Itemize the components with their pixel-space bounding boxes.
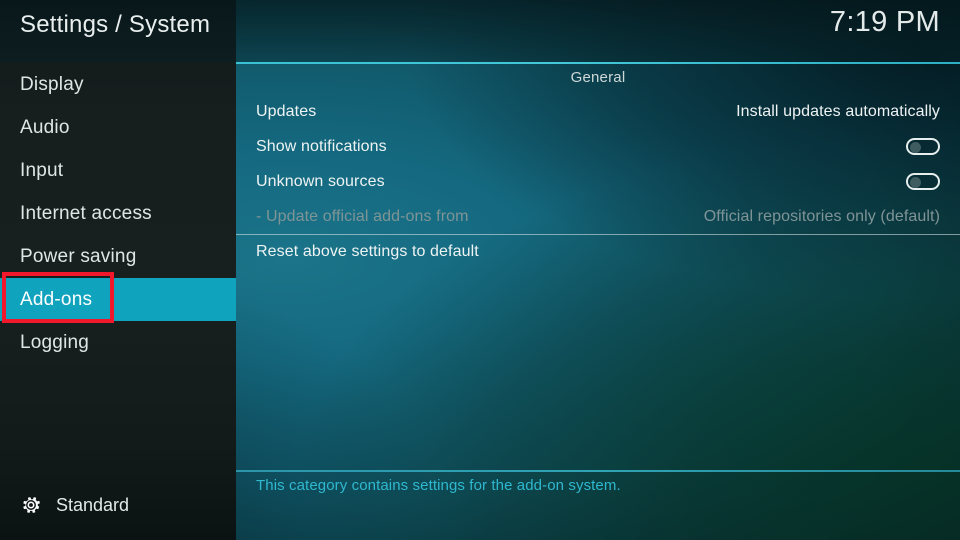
kodi-settings-screen: Settings / System 7:19 PM Display Audio In…: [0, 0, 960, 540]
setting-label: Unknown sources: [256, 172, 385, 190]
header-separator: [236, 62, 960, 64]
sidebar-item-label: Logging: [20, 331, 90, 353]
setting-row-unknown-sources[interactable]: Unknown sources: [236, 164, 960, 199]
settings-level-label: Standard: [56, 494, 130, 515]
settings-content-panel: General Updates Install updates automatic…: [236, 63, 960, 470]
sidebar-item-input[interactable]: Input: [0, 149, 236, 192]
sidebar-item-logging[interactable]: Logging: [0, 321, 236, 364]
sidebar-item-label: Internet access: [20, 202, 152, 224]
sidebar-item-internet-access[interactable]: Internet access: [0, 192, 236, 235]
section-header-general: General: [570, 69, 626, 86]
sidebar-item-label: Display: [20, 73, 84, 95]
toggle-knob: [910, 177, 921, 188]
setting-label: Updates: [256, 102, 317, 120]
settings-level-button[interactable]: Standard: [0, 470, 236, 540]
setting-label: Show notifications: [256, 137, 387, 155]
sidebar-item-label: Add-ons: [20, 288, 93, 310]
setting-row-show-notifications[interactable]: Show notifications: [236, 129, 960, 164]
settings-sidebar: Display Audio Input Internet access Power sa…: [0, 0, 236, 540]
sidebar-item-display[interactable]: Display: [0, 63, 236, 106]
setting-row-updates[interactable]: Updates Install updates automatically: [236, 94, 960, 129]
setting-row-reset-above-settings-to-default[interactable]: Reset above settings to default: [236, 234, 960, 269]
setting-value: Install updates automatically: [736, 102, 940, 120]
sidebar-item-label: Power saving: [20, 245, 137, 267]
sidebar-category-list: Display Audio Input Internet access Power sa…: [0, 63, 236, 364]
toggle-switch[interactable]: [906, 138, 940, 155]
help-separator: [236, 470, 960, 472]
setting-value: Official repositories only (default): [703, 207, 940, 225]
setting-label: - Update official add-ons from: [256, 207, 469, 225]
sidebar-item-label: Audio: [20, 116, 70, 138]
sidebar-item-add-ons[interactable]: Add-ons: [0, 278, 236, 321]
toggle-knob: [910, 142, 921, 153]
sidebar-item-label: Input: [20, 159, 64, 181]
page-title: Settings / System: [20, 11, 211, 38]
system-clock: 7:19 PM: [829, 6, 940, 38]
sidebar-item-power-saving[interactable]: Power saving: [0, 235, 236, 278]
category-help-text: This category contains settings for the …: [256, 477, 621, 494]
settings-row-list: Updates Install updates automatically Show…: [236, 94, 960, 269]
setting-label: Reset above settings to default: [256, 242, 479, 260]
sidebar-item-audio[interactable]: Audio: [0, 106, 236, 149]
window-header: Settings / System 7:19 PM: [0, 0, 960, 63]
setting-row-update-official-add-ons-from: - Update official add-ons from Official r…: [236, 199, 960, 234]
gear-icon: [23, 497, 40, 513]
toggle-switch[interactable]: [906, 173, 940, 190]
